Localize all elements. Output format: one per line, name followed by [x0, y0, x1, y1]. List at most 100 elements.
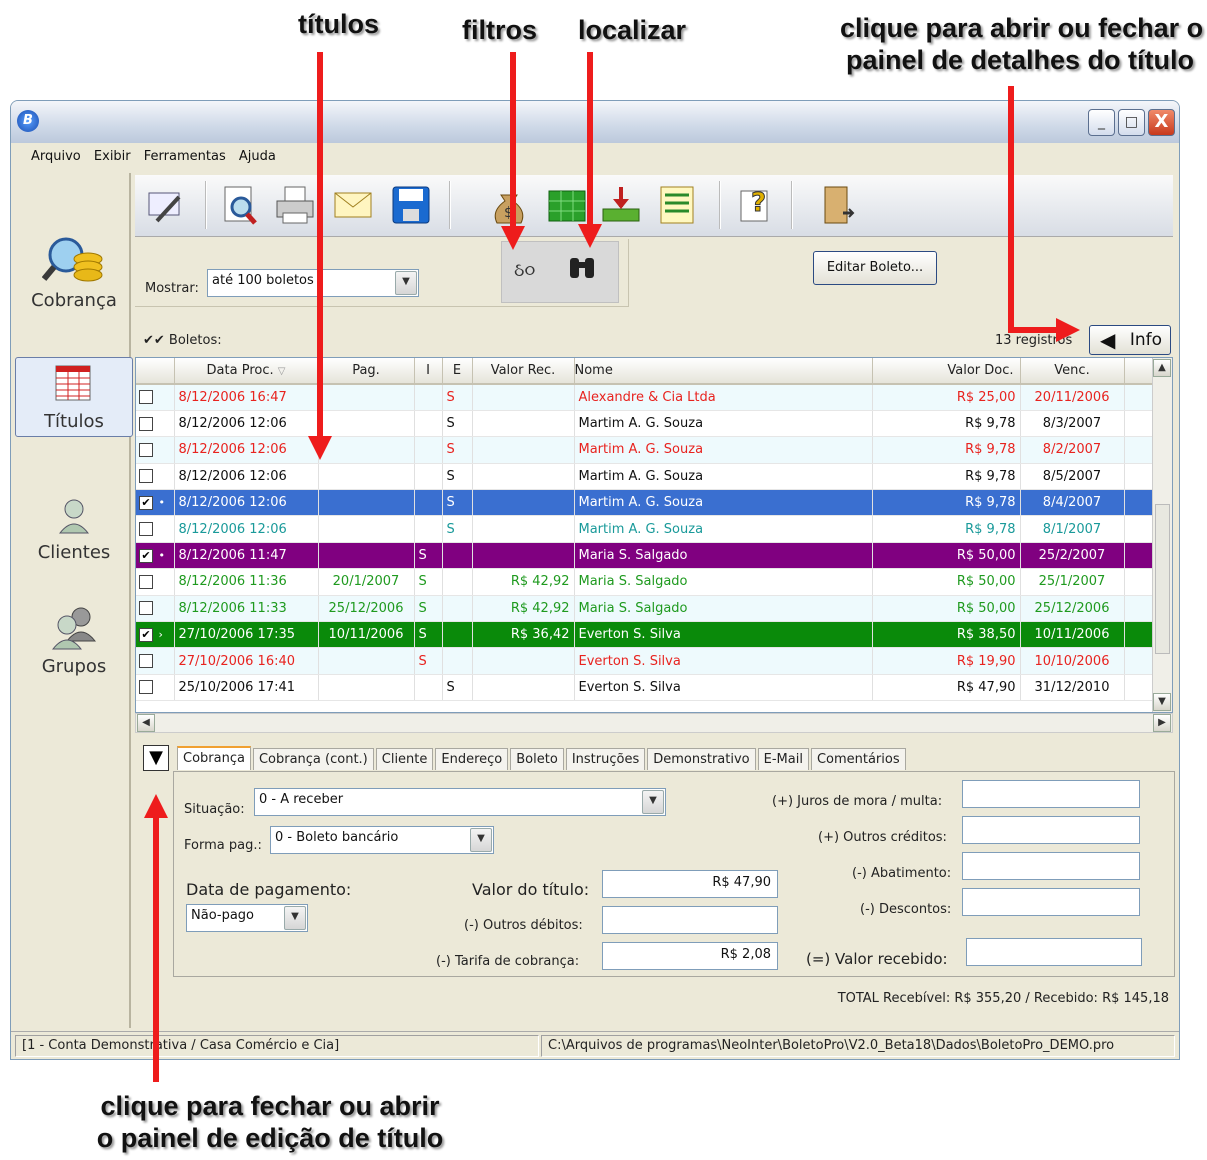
- row-select[interactable]: [136, 515, 175, 543]
- menu-ferramentas[interactable]: Ferramentas: [144, 149, 226, 164]
- tab-cobranca-cont[interactable]: Cobrança (cont.): [252, 748, 374, 770]
- binoculars-icon[interactable]: [568, 256, 596, 286]
- close-button[interactable]: X: [1148, 109, 1175, 136]
- table-row[interactable]: 27/10/2006 16:40 S Everton S. Silva R$ 19,9…: [136, 647, 1155, 675]
- col-header-venc[interactable]: Venc.: [1020, 358, 1125, 385]
- scroll-left-icon[interactable]: ◀: [137, 714, 155, 732]
- row-select[interactable]: [136, 568, 175, 596]
- tab-endereco[interactable]: Endereço: [435, 748, 509, 770]
- scroll-thumb[interactable]: [1155, 504, 1170, 654]
- row-checkbox[interactable]: [139, 574, 153, 589]
- menu-ajuda[interactable]: Ajuda: [239, 149, 276, 164]
- preview-icon[interactable]: [217, 183, 261, 227]
- row-checkbox[interactable]: [139, 442, 153, 457]
- table-row[interactable]: 8/12/2006 16:47 S Alexandre & Cia Ltda R$ 2…: [136, 384, 1155, 411]
- toggle-panel-button[interactable]: ▼: [143, 745, 169, 771]
- mail-icon[interactable]: [331, 183, 375, 227]
- table-row[interactable]: 8/12/2006 12:06 S Martim A. G. Souza R$ 9,7…: [136, 515, 1155, 543]
- row-select[interactable]: [136, 674, 175, 702]
- row-select[interactable]: [136, 410, 175, 438]
- horizontal-scrollbar[interactable]: ◀ ▶: [135, 713, 1173, 733]
- col-header-pag[interactable]: Pag.: [318, 358, 415, 385]
- row-checkbox[interactable]: [139, 522, 153, 537]
- scroll-up-icon[interactable]: ▲: [1153, 359, 1171, 377]
- mostrar-select[interactable]: até 100 boletos ▼: [207, 269, 419, 297]
- chevron-down-icon[interactable]: ▼: [395, 271, 417, 295]
- nav-titulos[interactable]: Títulos: [15, 357, 133, 437]
- table-row[interactable]: ✔ • 8/12/2006 12:06 S Martim A. G. Souza R$ …: [136, 489, 1155, 517]
- table-row[interactable]: 8/12/2006 12:06 S Martim A. G. Souza R$ 9,7…: [136, 463, 1155, 491]
- table-row[interactable]: ✔ • 8/12/2006 11:47 S Maria S. Salgado R$ 50…: [136, 542, 1155, 570]
- col-header-e[interactable]: E: [442, 358, 473, 385]
- valor-titulo-field[interactable]: R$ 47,90: [602, 870, 778, 898]
- row-checkbox[interactable]: ✔: [139, 548, 153, 563]
- chevron-down-icon[interactable]: ▼: [642, 790, 664, 814]
- info-button[interactable]: ◀ Info: [1089, 325, 1171, 355]
- tab-email[interactable]: E-Mail: [757, 748, 809, 770]
- row-checkbox[interactable]: [139, 390, 153, 405]
- chevron-down-icon[interactable]: ▼: [470, 828, 492, 852]
- edit-icon[interactable]: [143, 183, 187, 227]
- tab-comentarios[interactable]: Comentários: [810, 748, 906, 770]
- row-select[interactable]: [136, 595, 175, 623]
- money-bag-icon[interactable]: $: [487, 183, 531, 227]
- row-select[interactable]: ✔ •: [136, 542, 175, 570]
- import-icon[interactable]: [599, 183, 643, 227]
- table-row[interactable]: 8/12/2006 11:36 20/1/2007 S R$ 42,92 Maria S…: [136, 568, 1155, 596]
- glasses-icon[interactable]: ઠ૦: [514, 260, 535, 281]
- tab-cliente[interactable]: Cliente: [375, 748, 434, 770]
- exit-icon[interactable]: [817, 183, 861, 227]
- help-icon[interactable]: ?: [733, 183, 777, 227]
- col-header-i[interactable]: I: [414, 358, 443, 385]
- row-select[interactable]: [136, 436, 175, 464]
- row-checkbox[interactable]: [139, 416, 153, 431]
- row-checkbox[interactable]: [139, 469, 153, 484]
- table-row[interactable]: 8/12/2006 11:33 25/12/2006 S R$ 42,92 Maria …: [136, 595, 1155, 623]
- save-icon[interactable]: [389, 183, 433, 227]
- row-checkbox[interactable]: ✔: [139, 495, 153, 510]
- nav-clientes[interactable]: Clientes: [15, 493, 133, 563]
- row-select[interactable]: [136, 647, 175, 675]
- row-select[interactable]: ✔ ›: [136, 621, 175, 649]
- tab-instrucoes[interactable]: Instruções: [565, 748, 646, 770]
- menu-exibir[interactable]: Exibir: [94, 149, 131, 164]
- table-row[interactable]: 25/10/2006 17:41 S Everton S. Silva R$ 47,9…: [136, 674, 1155, 702]
- row-select[interactable]: [136, 463, 175, 491]
- tab-demonstrativo[interactable]: Demonstrativo: [647, 748, 756, 770]
- col-header-valor-doc[interactable]: Valor Doc.: [872, 358, 1021, 385]
- data-pagamento-select[interactable]: Não-pago ▼: [186, 904, 308, 932]
- tab-boleto[interactable]: Boleto: [510, 748, 564, 770]
- row-checkbox[interactable]: [139, 654, 153, 669]
- edit-boleto-button[interactable]: Editar Boleto...: [813, 251, 937, 285]
- list-icon[interactable]: [655, 183, 699, 227]
- tarifa-field[interactable]: R$ 2,08: [602, 942, 778, 970]
- valor-recebido-field[interactable]: [966, 938, 1142, 966]
- row-select[interactable]: ✔ •: [136, 489, 175, 517]
- table-row[interactable]: ✔ › 27/10/2006 17:35 10/11/2006 S R$ 36,42 Ev…: [136, 621, 1155, 649]
- col-header-nome[interactable]: Nome: [574, 358, 873, 385]
- chevron-down-icon[interactable]: ▼: [284, 906, 306, 930]
- col-header-valor-rec[interactable]: Valor Rec.: [472, 358, 575, 385]
- vertical-scrollbar[interactable]: ▲ ▼: [1152, 358, 1172, 712]
- col-header-data-proc[interactable]: Data Proc. ▽: [174, 358, 319, 385]
- situacao-select[interactable]: 0 - A receber ▼: [254, 788, 666, 816]
- outros-creditos-field[interactable]: [962, 816, 1140, 844]
- juros-field[interactable]: [962, 780, 1140, 808]
- tab-cobranca[interactable]: Cobrança: [177, 746, 251, 770]
- menu-arquivo[interactable]: Arquivo: [31, 149, 81, 164]
- row-checkbox[interactable]: ✔: [139, 627, 153, 642]
- abatimento-field[interactable]: [962, 852, 1140, 880]
- nav-grupos[interactable]: Grupos: [15, 603, 133, 677]
- minimize-button[interactable]: _: [1088, 109, 1115, 136]
- title-bar[interactable]: B _ □ X: [11, 101, 1179, 143]
- col-header-select[interactable]: [136, 358, 175, 385]
- forma-pag-select[interactable]: 0 - Boleto bancário ▼: [270, 826, 494, 854]
- outros-debitos-field[interactable]: [602, 906, 778, 934]
- print-icon[interactable]: [273, 183, 317, 227]
- table-row[interactable]: 8/12/2006 12:06 S Martim A. G. Souza R$ 9,7…: [136, 410, 1155, 438]
- row-checkbox[interactable]: [139, 680, 153, 695]
- descontos-field[interactable]: [962, 888, 1140, 916]
- row-select[interactable]: [136, 384, 175, 411]
- spreadsheet-icon[interactable]: [545, 183, 589, 227]
- maximize-button[interactable]: □: [1118, 109, 1145, 136]
